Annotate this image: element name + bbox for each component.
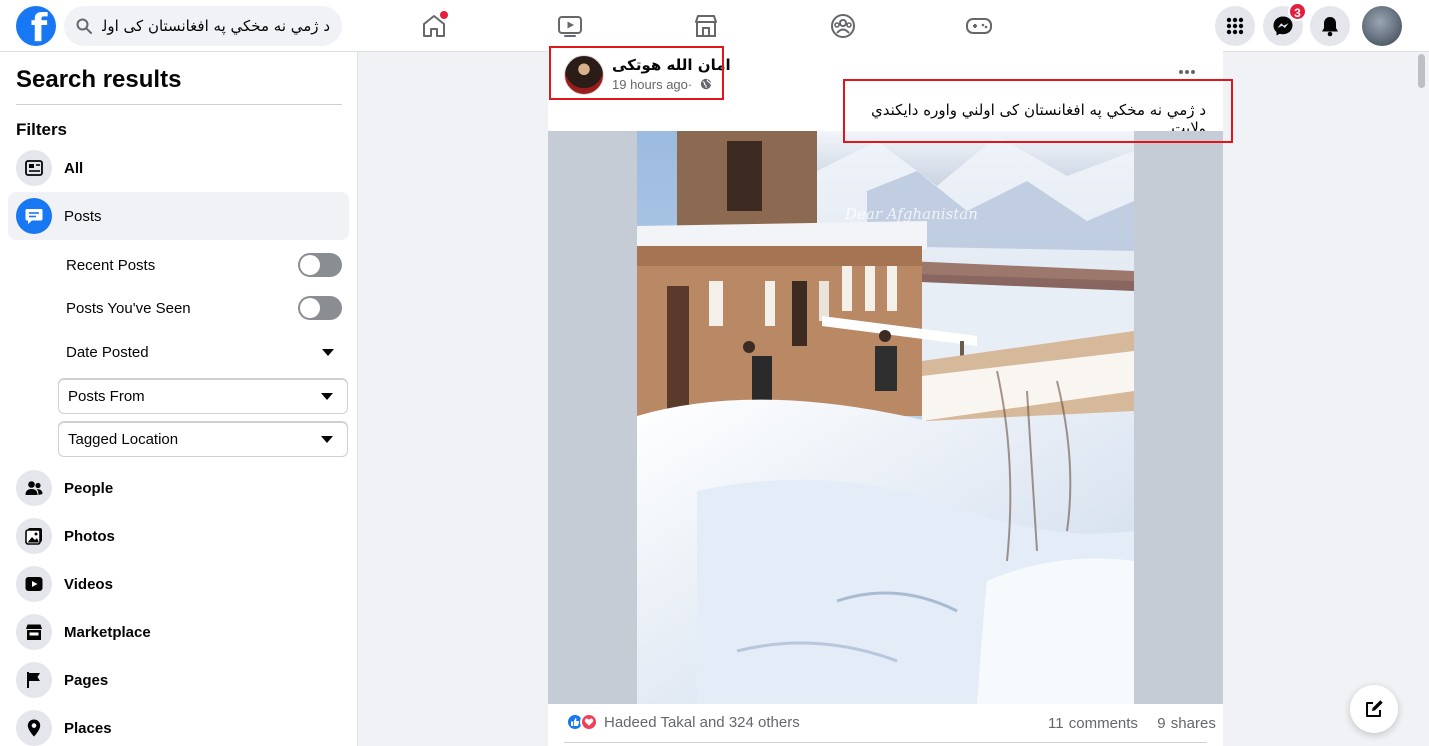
search-icon [76, 18, 92, 34]
sidebar-item-posts[interactable]: Posts [8, 192, 349, 240]
location-pin-icon [16, 710, 52, 746]
divider [16, 104, 342, 105]
sidebar-item-places[interactable]: Places [8, 704, 349, 746]
post-stats: 11 comments 9 shares [1048, 715, 1216, 732]
sidebar-item-pages[interactable]: Pages [8, 656, 349, 704]
account-avatar[interactable] [1362, 6, 1402, 46]
page-title: Search results [16, 66, 182, 93]
recent-posts-label: Recent Posts [66, 256, 156, 274]
date-posted-dropdown[interactable]: Date Posted [66, 337, 342, 367]
sidebar-item-label: Videos [64, 575, 113, 593]
reactions-summary[interactable]: Hadeed Takal and 324 others [566, 713, 800, 731]
recent-posts-toggle[interactable] [298, 253, 342, 277]
sidebar-item-label: All [64, 159, 84, 177]
divider [564, 742, 1207, 743]
posts-icon [16, 198, 52, 234]
caret-down-icon [321, 435, 333, 443]
gaming-icon [966, 18, 992, 34]
watch-icon [558, 16, 582, 37]
marketplace-icon [16, 614, 52, 650]
sidebar-item-marketplace[interactable]: Marketplace [8, 608, 349, 656]
recent-posts-filter: Recent Posts [66, 250, 342, 280]
marketplace-icon [695, 15, 717, 37]
notifications-button[interactable] [1310, 6, 1350, 46]
grid-menu-icon [1226, 17, 1244, 35]
caret-down-icon [321, 392, 333, 400]
sidebar-item-label: People [64, 479, 114, 497]
tagged-location-dropdown[interactable]: Tagged Location [58, 421, 348, 457]
posts-seen-toggle[interactable] [298, 296, 342, 320]
watch-nav-button[interactable] [552, 8, 588, 44]
search-filters-sidebar: Search results Filters All Posts Recent … [0, 52, 358, 746]
caret-down-icon [322, 348, 334, 356]
posts-seen-filter: Posts You've Seen [66, 293, 342, 323]
more-options-button[interactable] [1178, 64, 1196, 75]
sidebar-item-label: Marketplace [64, 623, 151, 641]
sidebar-item-label: Places [64, 719, 112, 737]
compose-icon [1366, 700, 1383, 717]
menu-button[interactable] [1215, 6, 1255, 46]
flag-icon [16, 662, 52, 698]
page-scrollbar[interactable] [1417, 52, 1427, 746]
ellipsis-icon [1179, 70, 1195, 74]
posts-from-dropdown[interactable]: Posts From [58, 378, 348, 414]
post-photo[interactable]: Dear Afghanistan [637, 131, 1134, 704]
reactions-text: Hadeed Takal and 324 others [604, 713, 800, 731]
filters-heading: Filters [16, 120, 68, 139]
messenger-button[interactable]: 3 [1263, 2, 1307, 46]
author-highlight-box [549, 46, 724, 100]
date-posted-label: Date Posted [66, 343, 149, 361]
love-reaction-icon [580, 713, 598, 731]
comments-count-link[interactable]: 11 comments [1048, 715, 1138, 732]
search-query-text: د ژمي نه مخکي په افغانستان کی اولني وا [102, 17, 330, 35]
search-input[interactable]: د ژمي نه مخکي په افغانستان کی اولني وا [64, 6, 342, 46]
gaming-nav-button[interactable] [961, 8, 997, 44]
sidebar-item-videos[interactable]: Videos [8, 560, 349, 608]
groups-icon [831, 14, 855, 38]
caption-highlight-box [843, 79, 1233, 143]
shares-count-link[interactable]: 9 shares [1157, 715, 1216, 732]
home-nav-button[interactable] [416, 8, 452, 44]
bell-icon [1322, 17, 1338, 37]
feed-icon [16, 150, 52, 186]
sidebar-item-label: Photos [64, 527, 115, 545]
sidebar-item-label: Pages [64, 671, 109, 689]
marketplace-nav-button[interactable] [688, 8, 724, 44]
people-icon [16, 470, 52, 506]
messenger-badge: 3 [1288, 2, 1307, 21]
tagged-location-label: Tagged Location [68, 430, 179, 448]
posts-seen-label: Posts You've Seen [66, 299, 191, 317]
sidebar-item-label: Posts [64, 207, 102, 225]
sidebar-item-people[interactable]: People [8, 464, 349, 512]
photos-icon [16, 518, 52, 554]
videos-icon [16, 566, 52, 602]
notification-dot [440, 11, 448, 19]
facebook-logo-icon[interactable]: f [16, 6, 56, 46]
posts-from-label: Posts From [68, 387, 145, 405]
sidebar-item-all[interactable]: All [8, 144, 349, 192]
groups-nav-button[interactable] [825, 8, 861, 44]
scrollbar-thumb[interactable] [1418, 54, 1425, 88]
sidebar-item-photos[interactable]: Photos [8, 512, 349, 560]
photo-watermark: Dear Afghanistan [845, 205, 978, 223]
new-message-button[interactable] [1350, 685, 1398, 733]
